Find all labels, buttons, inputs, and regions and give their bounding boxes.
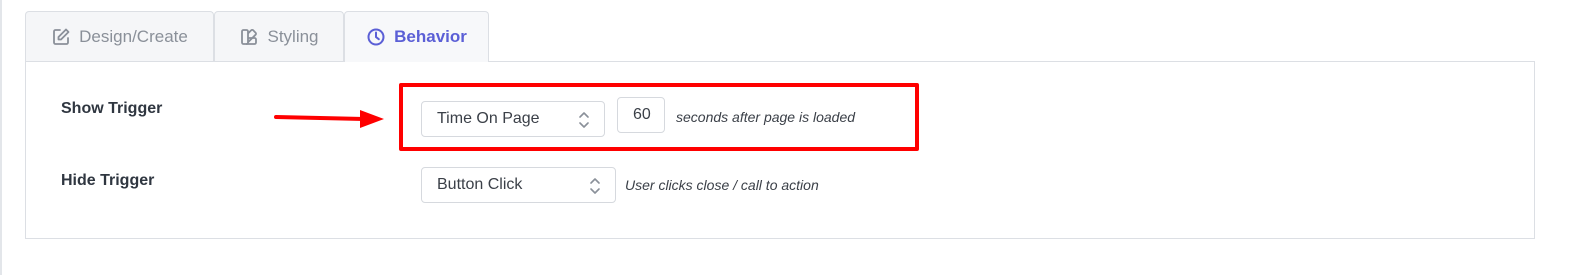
palette-icon — [239, 27, 259, 47]
tab-label: Behavior — [394, 27, 467, 46]
hide-trigger-select[interactable]: Button Click — [421, 167, 616, 203]
chevron-up-down-icon — [590, 178, 600, 194]
tab-styling[interactable]: Styling — [214, 11, 344, 61]
tab-label: Styling — [267, 26, 319, 46]
show-trigger-label: Show Trigger — [61, 100, 163, 117]
chevron-up-down-icon — [579, 112, 589, 128]
show-trigger-hint: seconds after page is loaded — [676, 109, 856, 125]
hide-trigger-hint: User clicks close / call to action — [625, 177, 819, 193]
hide-trigger-selected-value: Button Click — [437, 176, 523, 193]
annotation-arrow — [274, 110, 384, 128]
show-trigger-selected-value: Time On Page — [437, 110, 540, 127]
tab-label: Design/Create — [79, 26, 188, 46]
tab-design-create[interactable]: Design/Create — [25, 11, 214, 61]
clock-icon — [366, 27, 386, 47]
tab-behavior[interactable]: Behavior — [344, 11, 489, 62]
show-trigger-seconds-input[interactable]: 60 — [617, 97, 665, 133]
show-trigger-select[interactable]: Time On Page — [421, 101, 605, 137]
edit-icon — [51, 27, 71, 47]
hide-trigger-label: Hide Trigger — [61, 172, 155, 189]
seconds-value: 60 — [633, 106, 651, 123]
window-left-border — [0, 0, 2, 275]
